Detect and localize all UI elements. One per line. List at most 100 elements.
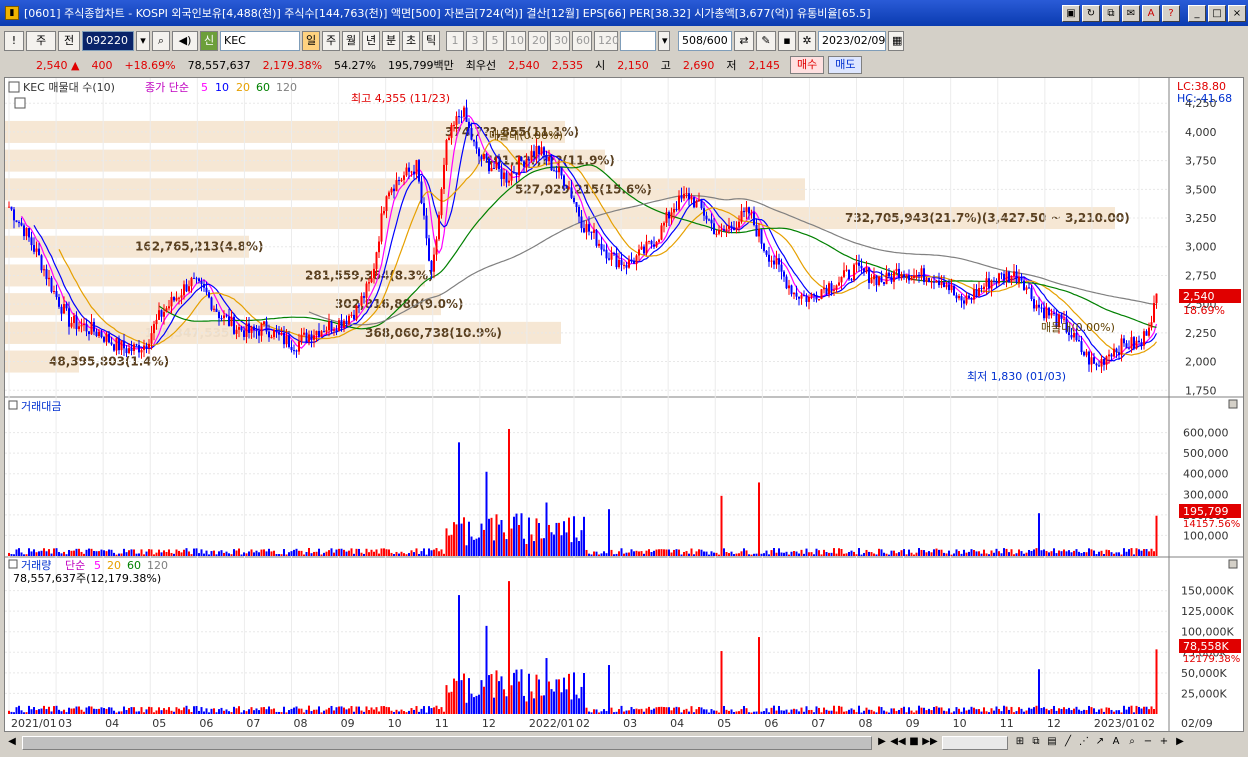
play-icon[interactable]: ▶: [874, 735, 890, 751]
panel-close-icon[interactable]: [1228, 559, 1238, 569]
volume-bar: [313, 709, 315, 714]
stop-icon[interactable]: ■: [906, 735, 922, 751]
grid-icon[interactable]: [14, 97, 26, 109]
interval-10[interactable]: 10: [506, 31, 526, 51]
interval-custom-input[interactable]: [620, 31, 656, 51]
stock-chart[interactable]: 48,395,803(1.4%)175,347,535(5.2%)162,765…: [5, 78, 1243, 731]
info-icon[interactable]: !: [4, 31, 24, 51]
volume-bar: [195, 705, 198, 714]
link-icon[interactable]: ▣: [1062, 4, 1080, 22]
period-tick[interactable]: 틱: [422, 31, 440, 51]
period-year[interactable]: 년: [362, 31, 380, 51]
settings-gear-icon[interactable]: ✲: [798, 31, 816, 51]
volume-bar: [173, 711, 175, 714]
chart-type-icon[interactable]: ⇄: [734, 31, 754, 51]
scroll-left-icon[interactable]: ◀: [4, 735, 20, 751]
volume-bar: [555, 679, 558, 714]
stock-code-input[interactable]: 092220: [82, 31, 134, 51]
copy-window-icon[interactable]: ⧉: [1102, 4, 1120, 22]
bar-count-input[interactable]: 508/600: [678, 31, 732, 51]
compare-icon[interactable]: ⧉: [1028, 735, 1044, 751]
candle-body: [313, 335, 315, 340]
interval-120[interactable]: 120: [594, 31, 619, 51]
time-tick: 03: [58, 717, 72, 730]
interval-3[interactable]: 3: [466, 31, 484, 51]
save-icon[interactable]: ▪: [778, 31, 796, 51]
rewind-icon[interactable]: ◀◀: [890, 735, 906, 751]
zoom-icon[interactable]: ⌕: [1124, 735, 1140, 751]
volume-bar: [488, 675, 490, 714]
layout-icon[interactable]: ▤: [1044, 735, 1060, 751]
interval-30[interactable]: 30: [550, 31, 570, 51]
volume-bar: [805, 706, 808, 714]
chart-panel[interactable]: 48,395,803(1.4%)175,347,535(5.2%)162,765…: [4, 77, 1244, 732]
fibonacci-icon[interactable]: ⋰: [1076, 735, 1092, 751]
interval-5[interactable]: 5: [486, 31, 504, 51]
amount-bar: [853, 551, 855, 556]
period-week[interactable]: 주: [322, 31, 340, 51]
arrow-icon[interactable]: ↗: [1092, 735, 1108, 751]
prev-button[interactable]: 전: [58, 31, 80, 51]
volume-bar: [220, 707, 223, 714]
close-button[interactable]: ×: [1228, 4, 1246, 22]
speed-slider[interactable]: [942, 736, 1008, 750]
candle-body: [110, 342, 113, 345]
interval-20[interactable]: 20: [528, 31, 548, 51]
calendar-icon[interactable]: ▦: [888, 31, 904, 51]
sell-button[interactable]: 매도: [828, 56, 863, 74]
high-label: 고: [660, 59, 671, 72]
refresh-icon[interactable]: ↻: [1082, 4, 1100, 22]
amount-bar: [228, 553, 230, 556]
help-icon[interactable]: ?: [1162, 4, 1180, 22]
mail-icon[interactable]: ✉: [1122, 4, 1140, 22]
amount-bar: [243, 552, 245, 556]
candle-body: [753, 212, 755, 226]
crosshair-icon[interactable]: ⊞: [1012, 735, 1028, 751]
candle-body: [55, 291, 58, 298]
minimize-button[interactable]: _: [1188, 4, 1206, 22]
amount-bar: [210, 551, 213, 556]
amount-bar: [568, 517, 570, 556]
candle-body: [1005, 271, 1008, 281]
period-minute[interactable]: 분: [382, 31, 400, 51]
candle-body: [188, 286, 190, 292]
stock-name-field[interactable]: KEC: [220, 31, 300, 51]
trend-line-icon[interactable]: ╱: [1060, 735, 1076, 751]
candle-body: [810, 294, 813, 297]
chart-scrollbar[interactable]: [22, 736, 872, 750]
maximize-button[interactable]: □: [1208, 4, 1226, 22]
amount-bar: [53, 548, 55, 556]
amount-bar: [788, 554, 790, 556]
volume-bar: [605, 711, 608, 714]
candle-body: [448, 137, 450, 141]
text-tool-icon[interactable]: A: [1108, 735, 1124, 751]
candle-body: [383, 211, 385, 214]
date-input[interactable]: 2023/02/09: [818, 31, 886, 51]
indicator-icon[interactable]: ✎: [756, 31, 776, 51]
period-day[interactable]: 일: [302, 31, 320, 51]
title-bar: ▮ [0601] 주식종합차트 - KOSPI 외국인보유[4,488(천)] …: [0, 0, 1248, 26]
font-icon[interactable]: A: [1142, 4, 1160, 22]
volume-bar: [415, 706, 418, 714]
panel-close-icon[interactable]: [1228, 399, 1238, 409]
period-second[interactable]: 초: [402, 31, 420, 51]
amount-bar: [1038, 513, 1040, 556]
amount-bar: [1138, 549, 1140, 556]
buy-button[interactable]: 매수: [789, 56, 825, 74]
speaker-icon[interactable]: ◀): [172, 31, 198, 51]
period-month[interactable]: 월: [342, 31, 360, 51]
candle-body: [963, 300, 965, 304]
zoom-out-icon[interactable]: −: [1140, 735, 1156, 751]
scroll-right-icon[interactable]: ▶: [1172, 735, 1188, 751]
amount-bar: [483, 529, 485, 556]
dropdown-icon[interactable]: ▾: [136, 31, 150, 51]
fast-forward-icon[interactable]: ▶▶: [922, 735, 938, 751]
dropdown-icon[interactable]: ▾: [658, 31, 670, 51]
candle-body: [185, 284, 188, 292]
interval-1[interactable]: 1: [446, 31, 464, 51]
search-icon[interactable]: ⌕: [152, 31, 170, 51]
zoom-in-icon[interactable]: +: [1156, 735, 1172, 751]
interval-60[interactable]: 60: [572, 31, 592, 51]
volume-bar: [460, 680, 463, 714]
stock-type-select[interactable]: 주: [26, 31, 56, 51]
